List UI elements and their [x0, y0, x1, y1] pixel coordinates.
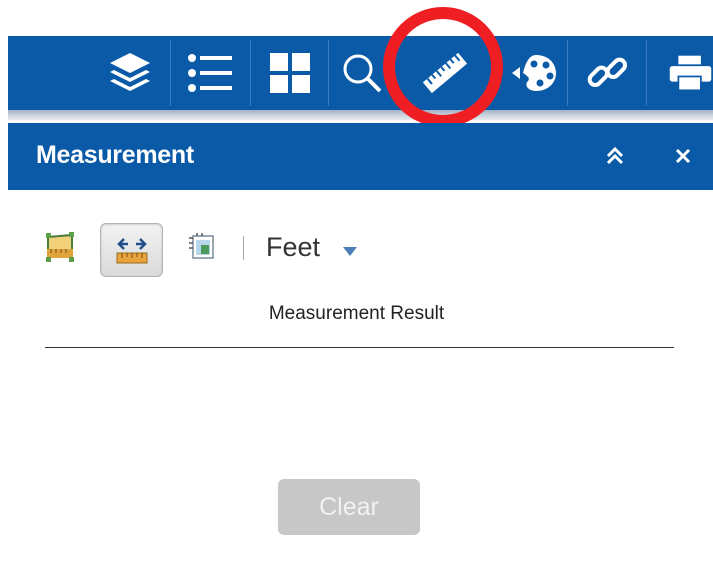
measurement-button[interactable] — [410, 36, 480, 110]
legend-list-icon — [188, 54, 232, 92]
area-measure-button[interactable] — [42, 229, 78, 265]
toolbar-separator — [646, 40, 647, 106]
share-link-button[interactable] — [575, 36, 639, 110]
search-icon — [343, 54, 382, 93]
location-measure-icon — [189, 233, 214, 259]
ruler-icon — [422, 52, 468, 94]
panel-header: Measurement — [8, 123, 713, 190]
toolbar-separator — [567, 40, 568, 106]
draw-button[interactable] — [500, 36, 564, 110]
area-measure-icon — [46, 232, 74, 262]
location-measure-button[interactable] — [184, 229, 220, 265]
palette-draw-icon — [512, 55, 556, 91]
toolbar-separator — [250, 40, 251, 106]
basemap-gallery-icon — [270, 53, 310, 93]
collapse-panel-button[interactable] — [596, 137, 634, 175]
search-button[interactable] — [334, 36, 390, 110]
legend-button[interactable] — [178, 36, 242, 110]
panel-title: Measurement — [36, 141, 194, 169]
dropdown-caret-icon[interactable] — [343, 243, 357, 261]
layers-icon — [110, 53, 150, 91]
close-icon — [675, 148, 691, 164]
clear-button[interactable]: Clear — [278, 479, 420, 535]
distance-measure-icon — [116, 238, 147, 264]
close-panel-button[interactable] — [664, 137, 702, 175]
print-button[interactable] — [654, 36, 713, 110]
result-divider — [45, 347, 674, 348]
print-icon — [669, 55, 712, 92]
toolbar-separator — [170, 40, 171, 106]
tool-divider — [243, 236, 244, 260]
link-icon — [587, 57, 628, 88]
double-chevron-up-icon — [606, 146, 624, 165]
toolbar-separator — [328, 40, 329, 106]
basemap-gallery-button[interactable] — [258, 36, 322, 110]
layers-button[interactable] — [98, 36, 162, 110]
measurement-result-title: Measurement Result — [268, 303, 445, 324]
distance-measure-button[interactable] — [100, 223, 163, 277]
unit-dropdown[interactable]: Feet — [266, 232, 320, 263]
toolbar-shadow — [8, 110, 713, 120]
